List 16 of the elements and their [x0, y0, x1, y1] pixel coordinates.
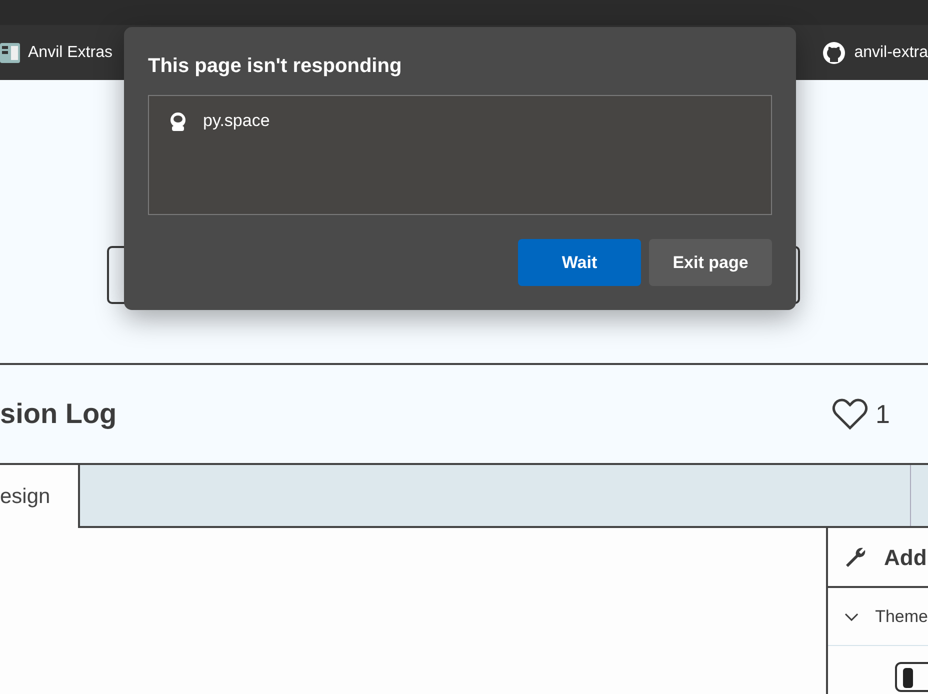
panel-title: Add	[884, 544, 927, 572]
heart-icon[interactable]	[832, 398, 868, 430]
astronaut-icon	[169, 110, 187, 131]
github-icon	[822, 40, 846, 64]
switch-control[interactable]	[895, 662, 928, 692]
page-title: sion Log	[0, 397, 117, 431]
wrench-icon	[844, 545, 868, 569]
exit-button[interactable]: Exit page	[649, 239, 772, 286]
bookmark-link[interactable]: anvil-extra	[854, 40, 928, 64]
tab[interactable]: esign	[0, 465, 80, 528]
like-count: 1	[876, 398, 890, 430]
wait-button[interactable]: Wait	[518, 239, 641, 286]
site-name: py.space	[203, 110, 270, 132]
section-header[interactable]: Theme	[828, 588, 928, 646]
bookmark-link[interactable]: Anvil Extras	[28, 40, 112, 64]
dialog-title: This page isn't responding	[148, 54, 403, 79]
